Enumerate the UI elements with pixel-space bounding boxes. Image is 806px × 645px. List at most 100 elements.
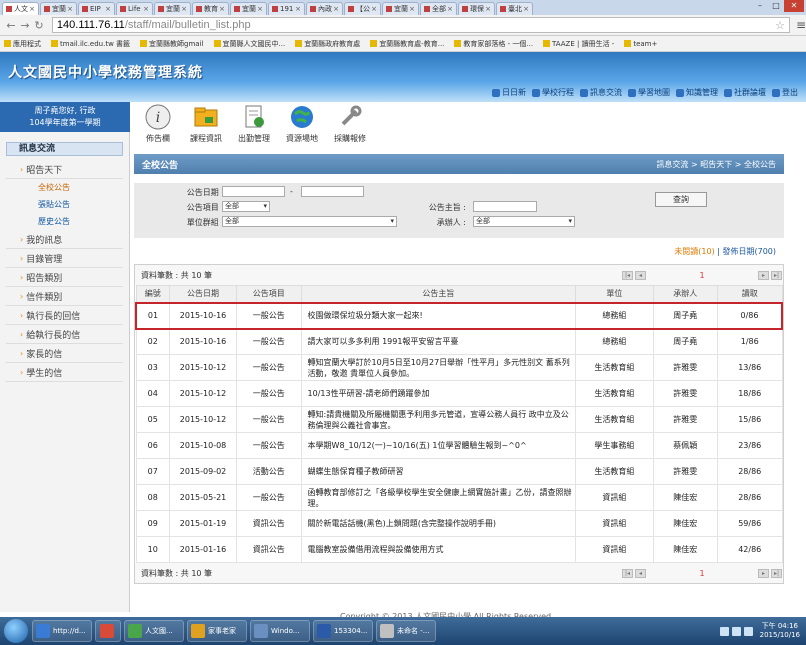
header-link[interactable]: 日日新 (492, 87, 526, 98)
table-row[interactable]: 03 2015-10-12 一般公告 轉知宜蘭大學訂於10月5日至10月27日舉辦「性… (135, 354, 783, 381)
table-row[interactable]: 08 2015-05-21 一般公告 函轉教育部修訂之「各級學校學生安全健康上網實施計… (135, 484, 783, 511)
taskbar-item[interactable]: http://d... (32, 620, 92, 642)
browser-tab[interactable]: 人文 × (2, 2, 39, 15)
cell-subject[interactable]: 轉知宜蘭大學訂於10月5日至10月27日舉辦「性平月」多元性別文 蓄系列活動，敬… (300, 354, 577, 381)
bookmark-item[interactable]: 應用程式 (4, 39, 41, 49)
published-link[interactable]: 發佈日期(700) (722, 247, 776, 256)
table-row[interactable]: 10 2015-01-16 資訊公告 電腦教室設備借用流程與設備使用方式 資訊組 陳佳宏 4… (135, 536, 783, 563)
browser-tab[interactable]: Life × (116, 2, 153, 15)
close-tab-icon[interactable]: × (447, 5, 453, 13)
close-tab-icon[interactable]: × (409, 5, 415, 13)
browser-tab[interactable]: 內政 × (306, 2, 343, 15)
toolbar-resources[interactable]: 資源場地 (278, 104, 326, 150)
category-select[interactable]: 全部 (222, 201, 270, 212)
close-tab-icon[interactable]: × (371, 5, 377, 13)
sidebar-item[interactable]: › 信件類別 (6, 287, 123, 306)
browser-tab[interactable]: 【公 × (344, 2, 381, 15)
sidebar-item[interactable]: › 目錄管理 (6, 249, 123, 268)
unread-link[interactable]: 未閱讀(10) (674, 247, 714, 256)
browser-tab[interactable]: 宜蘭 × (230, 2, 267, 15)
bookmark-item[interactable]: team+ (624, 40, 657, 48)
battery-icon[interactable] (743, 626, 753, 636)
prev-page-icon[interactable]: ◂ (635, 568, 646, 578)
browser-menu-icon[interactable]: ≡ (796, 18, 806, 32)
close-tab-icon[interactable]: × (219, 5, 225, 13)
header-link[interactable]: 訊息交流 (580, 87, 622, 98)
forward-icon[interactable]: → (18, 19, 32, 32)
taskbar-item[interactable]: Windo... (250, 620, 310, 642)
bookmark-item[interactable]: 教育家部落格 - 一個... (454, 39, 533, 49)
close-tab-icon[interactable]: × (257, 5, 263, 13)
sidebar-item[interactable]: › 學生的信 (6, 363, 123, 382)
table-row[interactable]: 06 2015-10-08 一般公告 本學期W8_10/12(一)~10/16(五) … (135, 432, 783, 459)
url-input[interactable]: 140.111.76.11/staff/mail/bulletin_list.p… (51, 17, 790, 33)
page-number[interactable]: 1 (647, 271, 757, 280)
table-row[interactable]: 07 2015-09-02 活動公告 蝴蝶生態保育種子教師研習 生活教育組 許雅雯 28/8… (135, 458, 783, 485)
last-page-icon[interactable]: ▸| (771, 270, 782, 280)
volume-icon[interactable] (731, 626, 741, 636)
header-link[interactable]: 學習地圖 (628, 87, 670, 98)
sidebar-subitem[interactable]: 歷史公告 (6, 213, 123, 230)
cell-subject[interactable]: 轉知:請貴機關及所屬機關惠予利用多元管道，宣導公務人員行 政中立及公務倫理與公義… (300, 406, 577, 433)
taskbar-item[interactable]: 未命名 -... (376, 620, 436, 642)
close-tab-icon[interactable]: × (333, 5, 339, 13)
bookmark-item[interactable]: tmail.ilc.edu.tw 書籤 (51, 39, 130, 49)
cell-subject[interactable]: 關於新電話話機(黑色)上鎖問題(含完整操作說明手冊) (300, 510, 577, 537)
sidebar-item[interactable]: › 給執行長的信 (6, 325, 123, 344)
browser-tab[interactable]: 191 × (268, 2, 305, 15)
date-to-input[interactable] (301, 186, 364, 197)
clock[interactable]: 下午 04:16 2015/10/16 (760, 622, 800, 640)
sidebar-item[interactable]: › 執行長的回信 (6, 306, 123, 325)
cell-subject[interactable]: 10/13性平研習-請老師們踴躍參加 (300, 380, 577, 407)
first-page-icon[interactable]: |◂ (622, 568, 633, 578)
bookmark-item[interactable]: TAAZE | 讀冊生活 - (543, 39, 614, 49)
close-tab-icon[interactable]: × (485, 5, 491, 13)
page-number[interactable]: 1 (647, 569, 757, 578)
browser-tab[interactable]: EIP × (78, 2, 115, 15)
bookmark-item[interactable]: 宜蘭縣教師gmail (140, 39, 204, 49)
next-page-icon[interactable]: ▸ (758, 270, 769, 280)
close-tab-icon[interactable]: × (105, 5, 111, 13)
cell-subject[interactable]: 電腦教室設備借用流程與設備使用方式 (300, 536, 577, 563)
next-page-icon[interactable]: ▸ (758, 568, 769, 578)
last-page-icon[interactable]: ▸| (771, 568, 782, 578)
header-link[interactable]: 登出 (772, 87, 798, 98)
table-row[interactable]: 09 2015-01-19 資訊公告 關於新電話話機(黑色)上鎖問題(含完整操作說明手… (135, 510, 783, 537)
sidebar-item[interactable]: › 家長的信 (6, 344, 123, 363)
maximize-icon[interactable]: □ (768, 0, 784, 12)
close-icon[interactable]: ✕ (784, 0, 804, 12)
bookmark-star-icon[interactable]: ☆ (775, 19, 785, 32)
sidebar-item[interactable]: › 昭告類別 (6, 268, 123, 287)
browser-tab[interactable]: 臺北 × (496, 2, 533, 15)
cell-subject[interactable]: 函轉教育部修訂之「各級學校學生安全健康上網實施計畫」乙份，請查照辦理。 (300, 484, 577, 511)
bookmark-item[interactable]: 宜蘭縣教育處-教育... (370, 39, 444, 49)
subject-input[interactable] (473, 201, 537, 212)
browser-tab[interactable]: 教育 × (192, 2, 229, 15)
close-tab-icon[interactable]: × (29, 5, 35, 13)
taskbar-item[interactable]: 153304... (313, 620, 373, 642)
close-tab-icon[interactable]: × (523, 5, 529, 13)
table-row[interactable]: 05 2015-10-12 一般公告 轉知:請貴機關及所屬機關惠予利用多元管道，宣導公… (135, 406, 783, 433)
toolbar-attendance[interactable]: 出勤管理 (230, 104, 278, 150)
browser-tab[interactable]: 環保 × (458, 2, 495, 15)
bookmark-item[interactable]: 宜蘭縣政府教育處 (295, 39, 360, 49)
network-icon[interactable] (719, 626, 729, 636)
close-tab-icon[interactable]: × (67, 5, 73, 13)
handler-select[interactable]: 全部 (473, 216, 575, 227)
prev-page-icon[interactable]: ◂ (635, 270, 646, 280)
reload-icon[interactable]: ↻ (32, 19, 46, 32)
browser-tab[interactable]: 宜蘭 × (154, 2, 191, 15)
header-link[interactable]: 學校行程 (532, 87, 574, 98)
sidebar-subitem[interactable]: 張貼公告 (6, 196, 123, 213)
first-page-icon[interactable]: |◂ (622, 270, 633, 280)
table-row[interactable]: 01 2015-10-16 一般公告 校園做環保垃圾分類大家一起來! 總務組 周子堯 0/8… (135, 301, 783, 330)
cell-subject[interactable]: 請大家可以多多利用 1991報平安留言平臺 (300, 328, 577, 355)
cell-subject[interactable]: 本學期W8_10/12(一)~10/16(五) 1位學習體驗生報到~^0^ (300, 432, 577, 459)
cell-subject[interactable]: 校園做環保垃圾分類大家一起來! (300, 301, 577, 330)
header-link[interactable]: 社群論壇 (724, 87, 766, 98)
close-tab-icon[interactable]: × (181, 5, 187, 13)
taskbar-item[interactable] (95, 620, 121, 642)
table-row[interactable]: 02 2015-10-16 一般公告 請大家可以多多利用 1991報平安留言平臺 總務組… (135, 328, 783, 355)
toolbar-repair[interactable]: 採購報修 (326, 104, 374, 150)
sidebar-item[interactable]: › 昭告天下 (6, 160, 123, 179)
